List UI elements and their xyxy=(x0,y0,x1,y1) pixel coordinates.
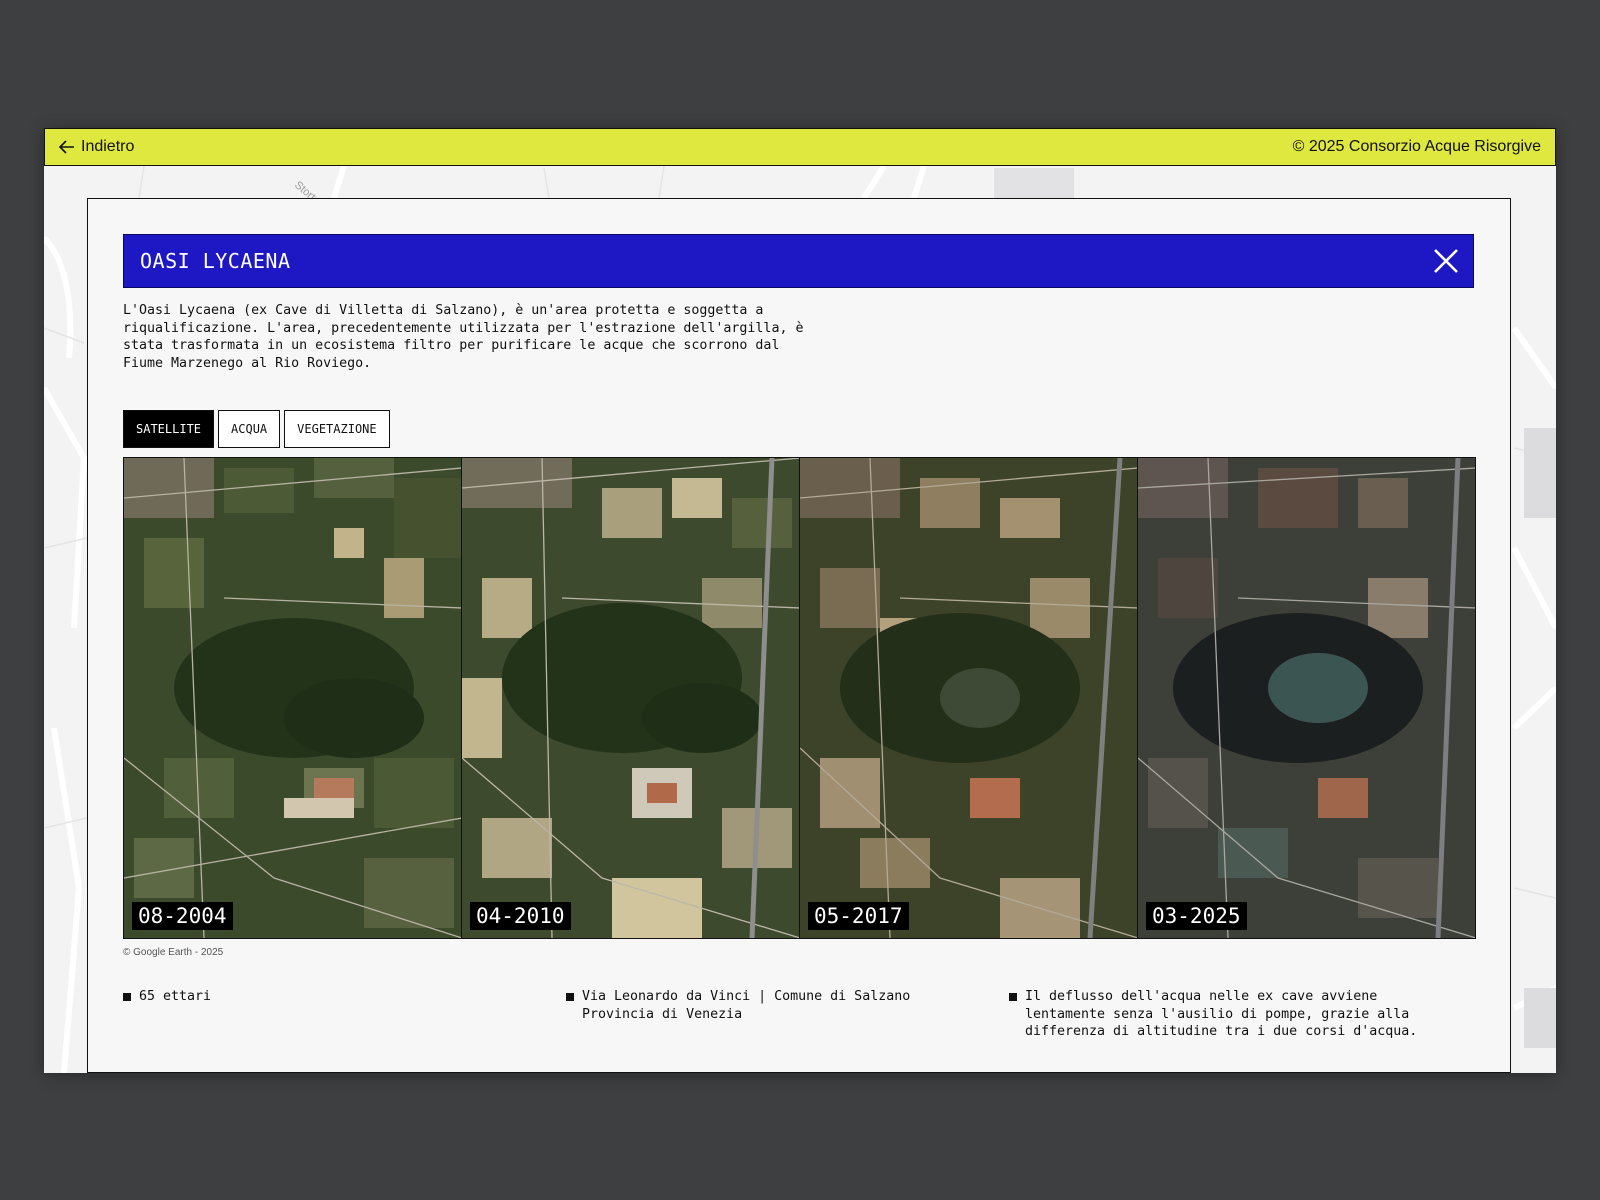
info-text: Il deflusso dell'acqua nelle ex cave avv… xyxy=(1025,989,1418,1039)
satellite-photo xyxy=(1138,458,1475,938)
info-water-flow: Il deflusso dell'acqua nelle ex cave avv… xyxy=(1009,988,1479,1041)
info-location: Via Leonardo da Vinci | Comune di Salzan… xyxy=(566,988,996,1023)
info-text: 65 ettari xyxy=(139,989,212,1004)
back-label: Indietro xyxy=(81,138,135,155)
bullet-square-icon xyxy=(566,993,574,1001)
image-date-label: 03-2025 xyxy=(1146,902,1247,930)
info-area: 65 ettari xyxy=(123,988,553,1006)
image-date-label: 08-2004 xyxy=(132,902,233,930)
arrow-left-icon xyxy=(59,140,74,154)
page-title: OASI LYCAENA xyxy=(140,249,291,273)
tab-satellite[interactable]: SATELLITE xyxy=(123,410,215,448)
back-button[interactable]: Indietro xyxy=(59,138,134,156)
close-icon[interactable] xyxy=(1433,248,1459,274)
detail-panel: OASI LYCAENA L'Oasi Lycaena (ex Cave di … xyxy=(87,198,1511,1073)
image-date-label: 04-2010 xyxy=(470,902,571,930)
bullet-square-icon xyxy=(1009,993,1017,1001)
app-window: Storto Indietro © 2025 Consorzio Acque R… xyxy=(44,128,1556,1073)
description: L'Oasi Lycaena (ex Cave di Villetta di S… xyxy=(123,303,804,371)
info-text: Via Leonardo da Vinci | Comune di Salzan… xyxy=(582,989,911,1022)
tab-acqua[interactable]: ACQUA xyxy=(218,410,281,448)
satellite-image: 05-2017 xyxy=(800,458,1138,938)
tab-vegetazione[interactable]: VEGETAZIONE xyxy=(284,410,390,448)
satellite-image: 04-2010 xyxy=(462,458,800,938)
view-tabs: SATELLITE ACQUA VEGETAZIONE xyxy=(123,410,390,448)
satellite-photo xyxy=(800,458,1137,938)
title-bar: OASI LYCAENA xyxy=(123,234,1474,288)
satellite-photo xyxy=(124,458,461,938)
top-bar: Indietro © 2025 Consorzio Acque Risorgiv… xyxy=(44,128,1556,166)
satellite-image: 08-2004 xyxy=(124,458,462,938)
satellite-image: 03-2025 xyxy=(1138,458,1475,938)
satellite-image-strip: 08-2004 04-2010 05-2017 03-2025 xyxy=(123,457,1476,939)
image-credit: © Google Earth - 2025 xyxy=(123,947,224,958)
image-date-label: 05-2017 xyxy=(808,902,909,930)
bullet-square-icon xyxy=(123,993,131,1001)
copyright-text: © 2025 Consorzio Acque Risorgive xyxy=(1292,138,1541,155)
satellite-photo xyxy=(462,458,799,938)
